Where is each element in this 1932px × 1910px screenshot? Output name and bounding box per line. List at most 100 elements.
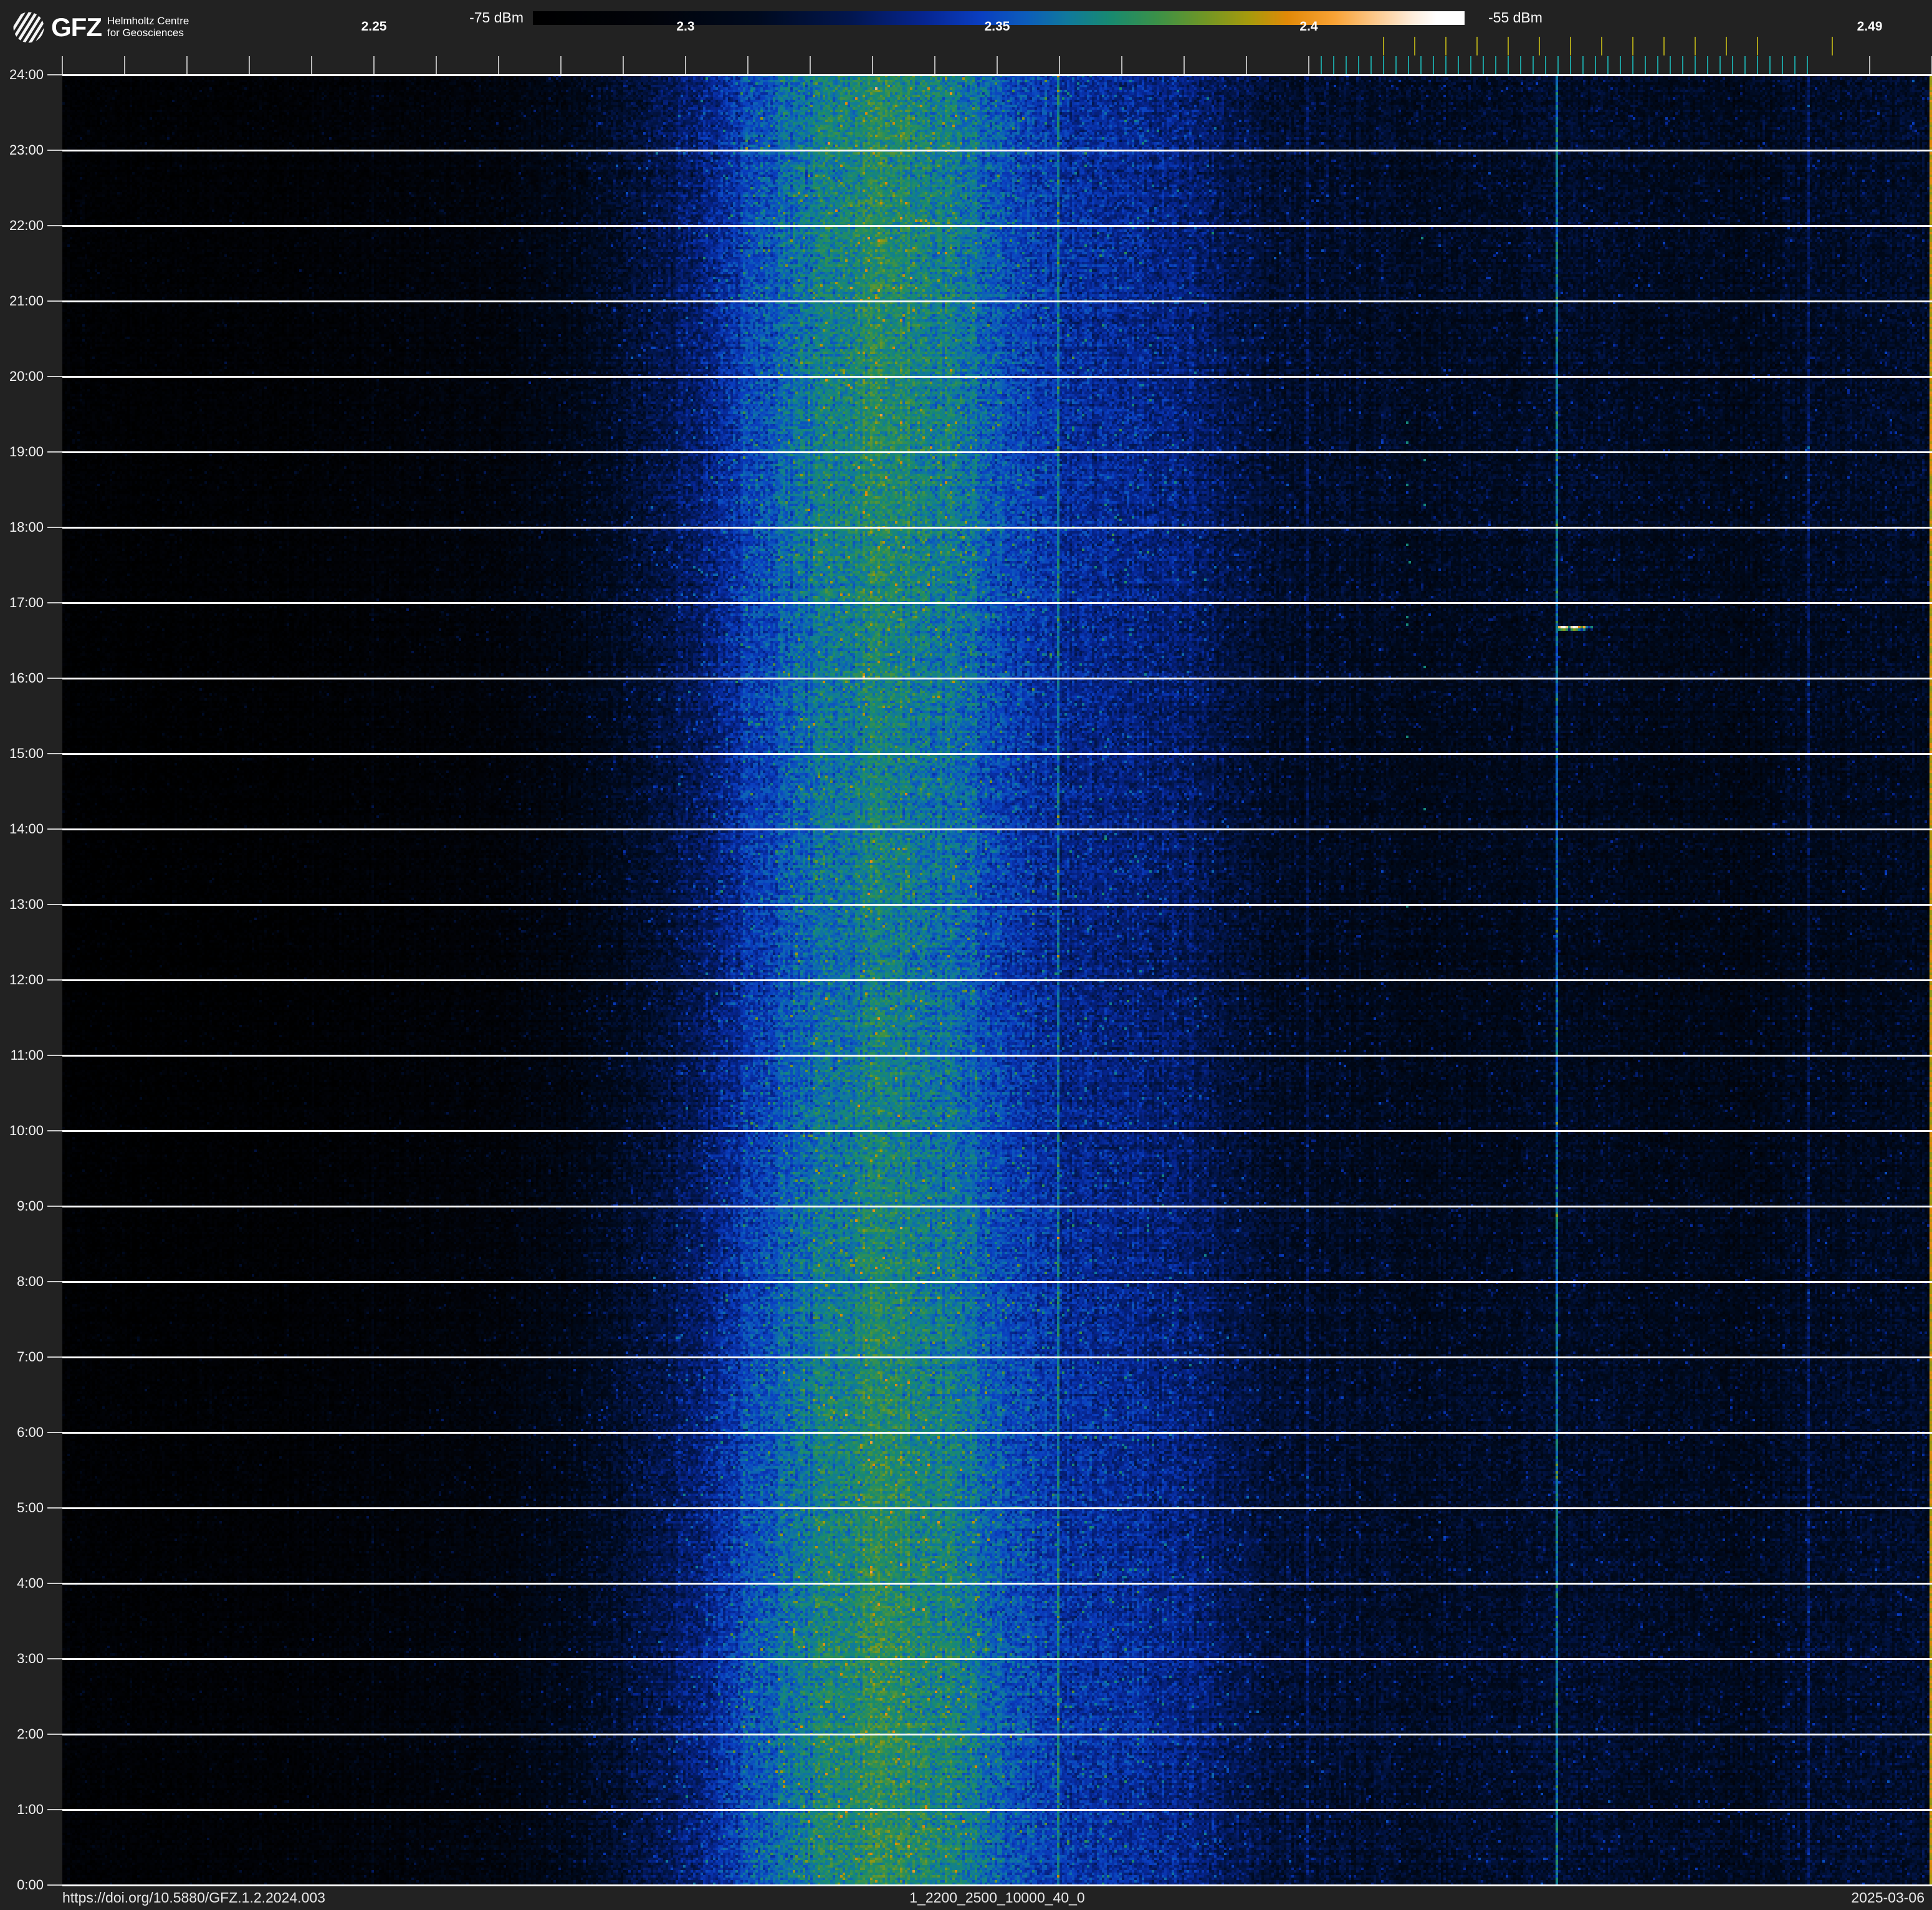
freq-tick (997, 56, 998, 75)
hour-tick (47, 1734, 62, 1735)
hour-tick (47, 1507, 62, 1509)
doi-link[interactable]: https://doi.org/10.5880/GFZ.1.2.2024.003 (62, 1889, 325, 1906)
bluetooth-channel-tick (1670, 56, 1671, 75)
wifi-channel-tick (1695, 37, 1696, 55)
freq-tick (373, 56, 375, 75)
hour-label: 11:00 (10, 1047, 44, 1063)
date-label: 2025-03-06 (1851, 1889, 1925, 1906)
hour-tick (47, 1583, 62, 1584)
hour-label: 16:00 (9, 670, 44, 686)
hour-tick (47, 225, 62, 226)
hour-label: 8:00 (17, 1274, 44, 1289)
wifi-channel-tick (1539, 37, 1540, 55)
hour-tick (47, 678, 62, 679)
gfz-globe-icon (13, 12, 44, 43)
wifi-channel-tick (1445, 37, 1447, 55)
bluetooth-channel-tick (1570, 56, 1571, 75)
freq-tick (747, 56, 748, 75)
freq-tick-label: 2.25 (361, 19, 387, 34)
hour-label: 5:00 (17, 1500, 44, 1515)
hour-tick (47, 1055, 62, 1056)
hour-label: 3:00 (17, 1651, 44, 1666)
wifi-channel-tick (1832, 37, 1833, 55)
bluetooth-channel-tick (1395, 56, 1397, 75)
freq-tick (934, 56, 935, 75)
bluetooth-channel-tick (1595, 56, 1596, 75)
hour-label: 19:00 (9, 444, 44, 459)
wifi-channel-tick (1570, 37, 1571, 55)
hour-tick (47, 1884, 62, 1886)
bluetooth-channel-tick (1682, 56, 1683, 75)
bluetooth-channel-tick (1408, 56, 1409, 75)
bluetooth-channel-tick (1645, 56, 1646, 75)
freq-tick (1246, 56, 1247, 75)
hour-label: 2:00 (17, 1726, 44, 1742)
hour-tick (47, 1658, 62, 1659)
wifi-channel-tick (1508, 37, 1509, 55)
hour-label: 21:00 (9, 293, 44, 309)
hour-tick (47, 527, 62, 528)
hour-label: 1:00 (17, 1802, 44, 1817)
bluetooth-channel-tick (1533, 56, 1534, 75)
freq-tick (124, 56, 125, 75)
bluetooth-channel-tick (1370, 56, 1372, 75)
bluetooth-channel-tick (1719, 56, 1721, 75)
hour-tick (47, 300, 62, 302)
bluetooth-channel-tick (1732, 56, 1733, 75)
logo-tagline-line2: for Geosciences (107, 27, 184, 39)
hour-label: 20:00 (9, 368, 44, 384)
bluetooth-channel-tick (1744, 56, 1746, 75)
freq-tick (1184, 56, 1185, 75)
bluetooth-channel-tick (1607, 56, 1609, 75)
wifi-channel-tick (1632, 37, 1633, 55)
bluetooth-channel-tick (1520, 56, 1521, 75)
bluetooth-channel-tick (1508, 56, 1509, 75)
hour-tick (47, 1206, 62, 1207)
hour-tick (47, 904, 62, 905)
wifi-channel-tick (1726, 37, 1727, 55)
hour-tick (47, 1281, 62, 1282)
hour-tick (47, 602, 62, 603)
wifi-channel-tick (1757, 37, 1758, 55)
freq-tick (249, 56, 250, 75)
freq-tick-label: 2.49 (1857, 19, 1883, 34)
bluetooth-channel-tick (1557, 56, 1559, 75)
bluetooth-channel-tick (1420, 56, 1422, 75)
hour-label: 9:00 (17, 1198, 44, 1214)
bluetooth-channel-tick (1807, 56, 1808, 75)
bluetooth-channel-tick (1495, 56, 1496, 75)
logo-tagline-line1: Helmholtz Centre (107, 15, 189, 27)
bluetooth-channel-tick (1620, 56, 1621, 75)
wifi-channel-tick (1383, 37, 1384, 55)
bluetooth-channel-tick (1632, 56, 1633, 75)
bluetooth-channel-tick (1695, 56, 1696, 75)
colorbar-max-label: -55 dBm (1488, 9, 1542, 26)
bluetooth-channel-tick (1433, 56, 1434, 75)
wifi-channel-tick (1601, 37, 1602, 55)
logo-tagline: Helmholtz Centre for Geosciences (107, 15, 189, 39)
hour-tick (47, 1809, 62, 1810)
bluetooth-channel-tick (1358, 56, 1359, 75)
freq-tick (498, 56, 499, 75)
hour-tick (47, 1432, 62, 1433)
hour-label: 22:00 (9, 218, 44, 233)
freq-tick (623, 56, 624, 75)
wifi-channel-tick (1663, 37, 1665, 55)
bluetooth-channel-tick (1470, 56, 1471, 75)
freq-tick (186, 56, 188, 75)
freq-tick (1869, 56, 1870, 75)
freq-tick (872, 56, 873, 75)
spectrogram-canvas (62, 75, 1932, 1885)
bluetooth-channel-tick (1483, 56, 1484, 75)
hour-label: 7:00 (17, 1349, 44, 1365)
bluetooth-channel-tick (1545, 56, 1546, 75)
hour-tick (47, 979, 62, 981)
hour-tick (47, 1130, 62, 1131)
hour-label: 12:00 (9, 972, 44, 987)
wifi-channel-tick (1414, 37, 1415, 55)
hour-tick (47, 74, 62, 75)
freq-tick (1308, 56, 1309, 75)
hour-label: 13:00 (9, 896, 44, 912)
spectrogram-page: GFZ Helmholtz Centre for Geosciences -75… (0, 0, 1932, 1910)
logo-brand: GFZ (51, 12, 102, 42)
